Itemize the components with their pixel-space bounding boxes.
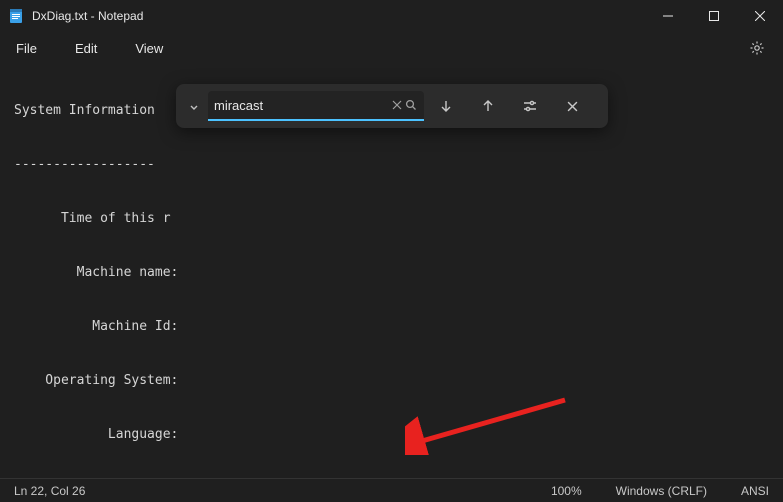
notepad-icon	[8, 8, 24, 24]
menu-bar: File Edit View	[0, 32, 783, 64]
menu-view[interactable]: View	[129, 39, 169, 58]
status-eol: Windows (CRLF)	[616, 484, 707, 498]
text-line: ------------------	[14, 156, 783, 174]
status-encoding: ANSI	[741, 484, 769, 498]
find-options-button[interactable]	[510, 90, 550, 122]
text-line: Machine name:	[14, 264, 783, 282]
window-controls	[645, 0, 783, 32]
minimize-button[interactable]	[645, 0, 691, 32]
expand-replace-button[interactable]	[182, 90, 206, 122]
status-position: Ln 22, Col 26	[14, 484, 85, 498]
find-bar	[176, 84, 608, 128]
text-line: Operating System:	[14, 372, 783, 390]
text-line: Machine Id:	[14, 318, 783, 336]
search-input[interactable]	[214, 98, 390, 113]
find-prev-button[interactable]	[468, 90, 508, 122]
maximize-button[interactable]	[691, 0, 737, 32]
text-line: Language:	[14, 426, 783, 444]
status-zoom: 100%	[551, 484, 582, 498]
text-line: Time of this r	[14, 210, 783, 228]
search-input-wrap	[208, 91, 424, 121]
menu-edit[interactable]: Edit	[69, 39, 103, 58]
search-button[interactable]	[404, 94, 418, 116]
close-find-button[interactable]	[552, 90, 592, 122]
status-bar: Ln 22, Col 26 100% Windows (CRLF) ANSI	[0, 478, 783, 502]
title-bar: DxDiag.txt - Notepad	[0, 0, 783, 32]
settings-button[interactable]	[741, 32, 773, 64]
close-button[interactable]	[737, 0, 783, 32]
clear-search-button[interactable]	[390, 94, 404, 116]
window-title: DxDiag.txt - Notepad	[32, 9, 143, 23]
menu-file[interactable]: File	[10, 39, 43, 58]
find-next-button[interactable]	[426, 90, 466, 122]
